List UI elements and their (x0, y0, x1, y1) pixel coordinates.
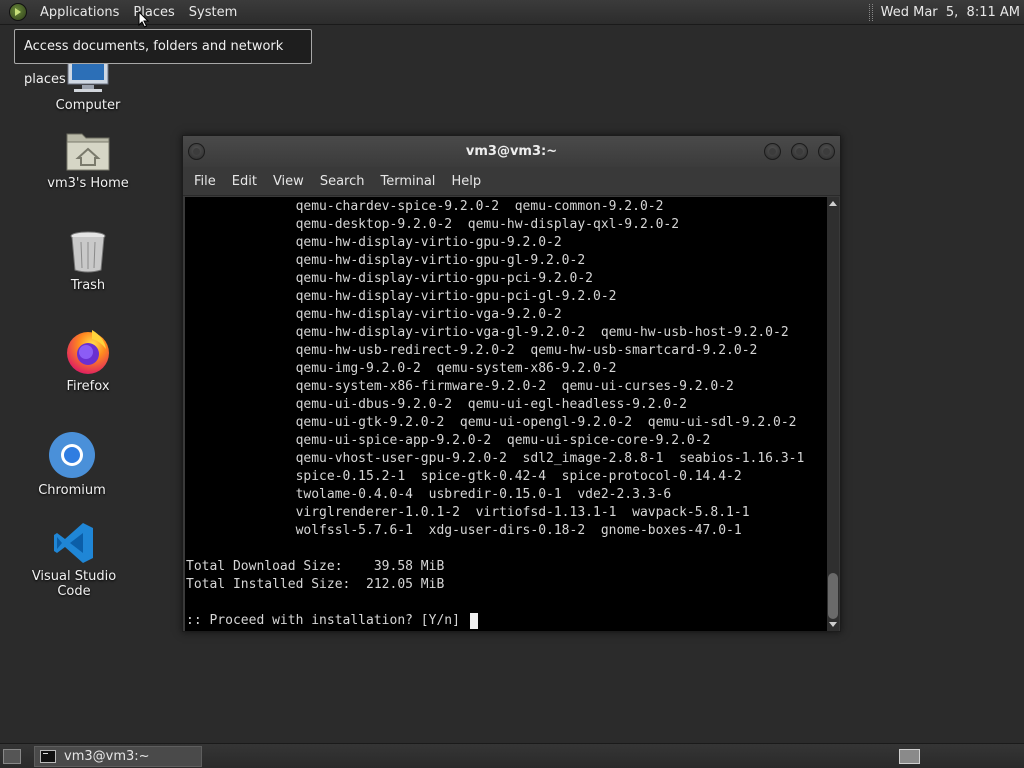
places-tooltip: Access documents, folders and network pl… (14, 29, 312, 87)
terminal-line: qemu-img-9.2.0-2 qemu-system-x86-9.2.0-2 (186, 361, 617, 376)
menu-system[interactable]: System (182, 0, 244, 25)
menu-file[interactable]: File (186, 174, 224, 189)
desktop-icon-vscode[interactable]: Visual Studio Code (14, 521, 134, 599)
terminal-line: qemu-hw-display-virtio-gpu-9.2.0-2 (186, 235, 562, 250)
vscode-icon (52, 521, 96, 565)
panel-separator (868, 4, 873, 21)
menu-terminal[interactable]: Terminal (372, 174, 443, 189)
terminal-line: qemu-hw-usb-redirect-9.2.0-2 qemu-hw-usb… (186, 343, 758, 358)
menu-search[interactable]: Search (312, 174, 373, 189)
terminal-line: Total Download Size: 39.58 MiB (186, 559, 445, 574)
terminal-line: spice-0.15.2-1 spice-gtk-0.42-4 spice-pr… (186, 469, 742, 484)
menu-places[interactable]: Places (126, 0, 181, 25)
desktop-icon-label: Chromium (38, 483, 106, 498)
terminal-line: qemu-hw-display-virtio-gpu-gl-9.2.0-2 (186, 253, 586, 268)
desktop-icon-firefox[interactable]: Firefox (28, 327, 148, 394)
show-desktop-icon[interactable] (3, 749, 21, 764)
top-panel: Applications Places System Wed Mar 5, 8:… (0, 0, 1024, 25)
mouse-pointer-icon (138, 11, 150, 28)
desktop-icon-label: vm3's Home (47, 176, 129, 191)
chromium-icon (48, 431, 96, 479)
maximize-button[interactable] (791, 143, 808, 160)
scroll-up-arrow-icon[interactable] (829, 201, 837, 206)
desktop-icon-chromium[interactable]: Chromium (12, 431, 132, 498)
menu-applications[interactable]: Applications (33, 0, 126, 25)
bottom-panel: vm3@vm3:~ (0, 743, 1024, 768)
terminal-icon (40, 750, 56, 763)
close-button[interactable] (818, 143, 835, 160)
window-titlebar[interactable]: vm3@vm3:~ (183, 136, 840, 167)
desktop-icon-home[interactable]: vm3's Home (28, 128, 148, 191)
window-title: vm3@vm3:~ (465, 144, 558, 159)
terminal-line: qemu-chardev-spice-9.2.0-2 qemu-common-9… (186, 199, 664, 214)
terminal-line: twolame-0.4.0-4 usbredir-0.15.0-1 vde2-2… (186, 487, 672, 502)
trash-icon (68, 230, 108, 274)
scrollbar-thumb[interactable] (828, 573, 838, 619)
terminal-output[interactable]: qemu-chardev-spice-9.2.0-2 qemu-common-9… (185, 197, 827, 631)
terminal-line: qemu-ui-spice-app-9.2.0-2 qemu-ui-spice-… (186, 433, 711, 448)
firefox-icon (64, 327, 112, 375)
menu-help[interactable]: Help (443, 174, 489, 189)
terminal-scrollbar[interactable] (827, 197, 839, 631)
terminal-window[interactable]: vm3@vm3:~ File Edit View Search Terminal… (182, 135, 841, 632)
desktop-icon-trash[interactable]: Trash (28, 230, 148, 293)
terminal-line: Total Installed Size: 212.05 MiB (186, 577, 445, 592)
desktop-icon-label: Trash (70, 278, 106, 293)
menu-edit[interactable]: Edit (224, 174, 265, 189)
terminal-menubar: File Edit View Search Terminal Help (183, 167, 840, 196)
window-menu-button[interactable] (188, 143, 205, 160)
home-folder-icon (64, 128, 112, 172)
clock-area: Wed Mar 5, 8:11 AM (868, 0, 1024, 25)
terminal-line: qemu-system-x86-firmware-9.2.0-2 qemu-ui… (186, 379, 734, 394)
terminal-line: qemu-hw-display-virtio-vga-9.2.0-2 (186, 307, 562, 322)
terminal-line: :: Proceed with installation? [Y/n] (186, 612, 827, 630)
terminal-line: virglrenderer-1.0.1-2 virtiofsd-1.13.1-1… (186, 505, 750, 520)
taskbar-window-button[interactable]: vm3@vm3:~ (34, 746, 202, 767)
desktop-icon-label: Visual Studio Code (31, 569, 117, 599)
terminal-line: qemu-ui-dbus-9.2.0-2 qemu-ui-egl-headles… (186, 397, 687, 412)
scroll-down-arrow-icon[interactable] (829, 622, 837, 627)
terminal-line: qemu-hw-display-virtio-vga-gl-9.2.0-2 qe… (186, 325, 789, 340)
terminal-line: qemu-hw-display-virtio-gpu-pci-gl-9.2.0-… (186, 289, 617, 304)
workspace-switcher-icon[interactable] (899, 749, 920, 764)
minimize-button[interactable] (764, 143, 781, 160)
terminal-line: qemu-vhost-user-gpu-9.2.0-2 sdl2_image-2… (186, 451, 805, 466)
terminal-line: qemu-desktop-9.2.0-2 qemu-hw-display-qxl… (186, 217, 680, 232)
terminal-line: wolfssl-5.7.6-1 xdg-user-dirs-0.18-2 gno… (186, 523, 742, 538)
terminal-line: qemu-hw-display-virtio-gpu-pci-9.2.0-2 (186, 271, 593, 286)
clock[interactable]: Wed Mar 5, 8:11 AM (881, 5, 1020, 20)
terminal-text: qemu-chardev-spice-9.2.0-2 qemu-common-9… (185, 197, 827, 630)
terminal-cursor (469, 613, 478, 629)
desktop-icon-label: Firefox (66, 379, 110, 394)
taskbar-window-label: vm3@vm3:~ (64, 749, 150, 764)
menu-view[interactable]: View (265, 174, 312, 189)
applications-logo-icon[interactable] (9, 3, 27, 21)
desktop-icon-label: Computer (55, 98, 121, 113)
terminal-line: qemu-ui-gtk-9.2.0-2 qemu-ui-opengl-9.2.0… (186, 415, 797, 430)
